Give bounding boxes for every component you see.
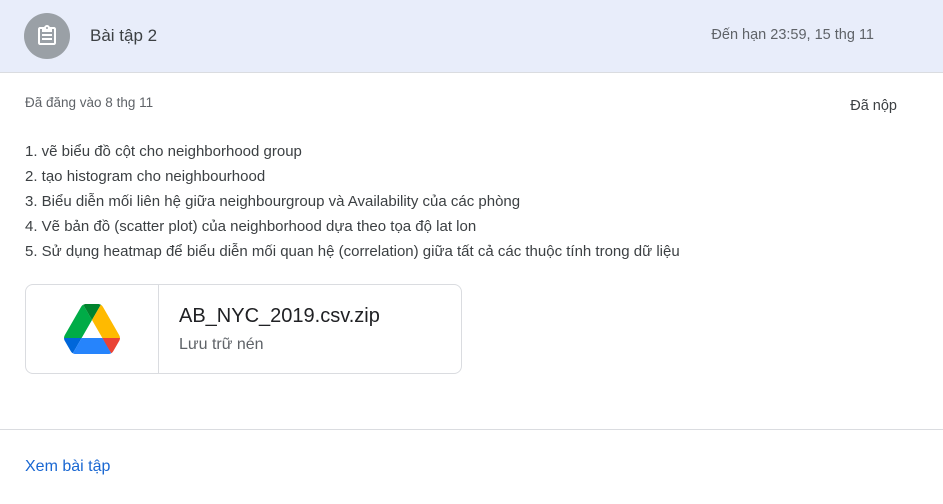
submission-status: Đã nộp bbox=[850, 98, 897, 114]
view-assignment-link[interactable]: Xem bài tập bbox=[25, 458, 110, 476]
due-date: Đến hạn 23:59, 15 thg 11 bbox=[711, 27, 874, 43]
divider bbox=[0, 429, 943, 430]
attachment-thumbnail bbox=[26, 285, 159, 373]
instruction-line: 2. tạo histogram cho neighbourhood bbox=[25, 168, 266, 185]
assignment-icon bbox=[24, 13, 70, 59]
assignment-header: Bài tập 2 Đến hạn 23:59, 15 thg 11 bbox=[0, 0, 943, 73]
instruction-line: 4. Vẽ bản đồ (scatter plot) của neighbor… bbox=[25, 218, 477, 235]
instruction-line: 5. Sử dụng heatmap để biểu diễn mối quan… bbox=[25, 243, 680, 260]
attachment-card[interactable]: AB_NYC_2019.csv.zip Lưu trữ nén bbox=[25, 284, 462, 374]
attachment-type: Lưu trữ nén bbox=[179, 336, 264, 353]
instructions: 1. vẽ biểu đồ cột cho neighborhood group… bbox=[25, 142, 680, 267]
instruction-line: 1. vẽ biểu đồ cột cho neighborhood group bbox=[25, 143, 302, 160]
google-drive-icon bbox=[64, 304, 120, 354]
attachment-name: AB_NYC_2019.csv.zip bbox=[179, 305, 380, 327]
assignment-title: Bài tập 2 bbox=[90, 26, 158, 45]
instruction-line: 3. Biểu diễn mối liên hệ giữa neighbourg… bbox=[25, 193, 521, 210]
posted-date: Đã đăng vào 8 thg 11 bbox=[25, 95, 154, 110]
